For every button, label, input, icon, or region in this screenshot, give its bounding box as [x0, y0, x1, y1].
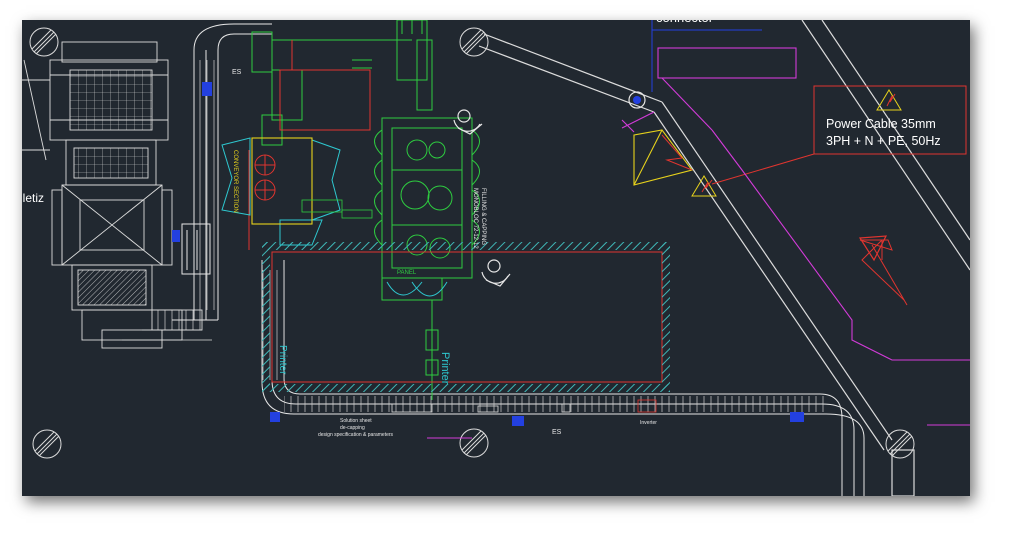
- capper-note: CONVEYOR SECTION: [232, 150, 238, 213]
- power-cable-line-1: Power Cable 35mm: [826, 117, 936, 131]
- power-cable-line-2: 3PH + N + PE, 50Hz: [826, 134, 941, 148]
- drawing-labels: ES ES Printer Printer FILLING & CAPPING …: [232, 69, 657, 438]
- printer-label-b: Printer: [439, 352, 451, 385]
- cad-drawing-viewport[interactable]: ES ES Printer Printer FILLING & CAPPING …: [22, 20, 970, 496]
- palletizer-label-clipped: lletiz: [22, 191, 45, 205]
- printer-label-a: Printer: [277, 345, 288, 375]
- conveyor-note-1: Solution sheet: [340, 418, 372, 424]
- connector-label: connector: [656, 20, 713, 25]
- panel-label: PANEL: [397, 270, 417, 276]
- hatched-room: [262, 242, 670, 392]
- conveyor-note-3: design specification & parameters: [318, 432, 394, 438]
- palletizer-machine: [22, 41, 203, 349]
- es-label-bottom: ES: [552, 429, 562, 436]
- connector-node-inner: [633, 96, 641, 104]
- inverter-label: Inverter: [640, 420, 657, 426]
- power-cable-note: Power Cable 35mm 3PH + N + PE, 50Hz: [826, 116, 941, 150]
- filling-machine-sublabel: MONOBLOC 72-12-12: [472, 188, 478, 249]
- cad-layout-drawing[interactable]: ES ES Printer Printer FILLING & CAPPING …: [22, 20, 970, 496]
- es-label-top: ES: [232, 69, 242, 76]
- filling-machine-label: FILLING & CAPPING: [480, 188, 486, 245]
- diagonal-wall: [478, 20, 970, 496]
- red-annotation-lines: [248, 40, 967, 383]
- blue-lines: [651, 20, 762, 92]
- conveyor-note-2: de-capping: [340, 425, 365, 431]
